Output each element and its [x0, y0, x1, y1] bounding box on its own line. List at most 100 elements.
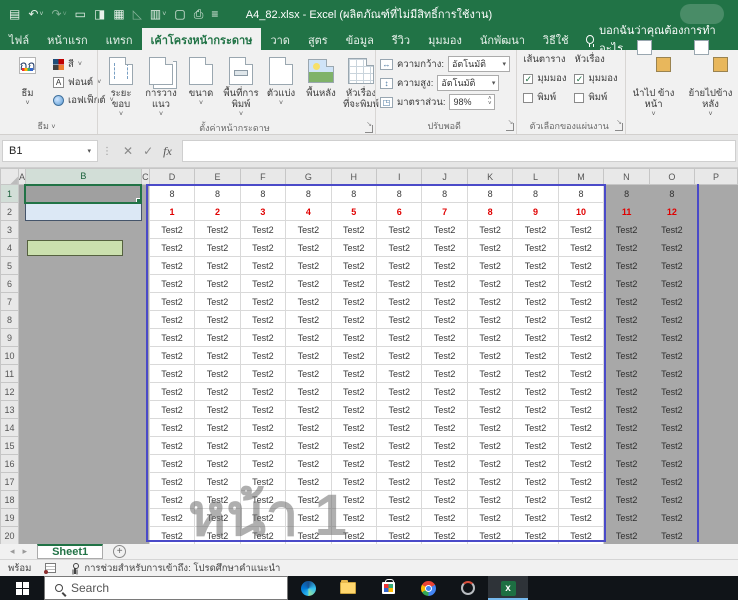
column-header-E[interactable]: E: [195, 169, 240, 185]
cell-I20[interactable]: Test2: [377, 527, 422, 545]
cell-G12[interactable]: Test2: [286, 383, 331, 401]
tab-นักพัฒนา[interactable]: นักพัฒนา: [471, 28, 534, 50]
cell-H14[interactable]: Test2: [331, 419, 376, 437]
column-header-J[interactable]: J: [422, 169, 467, 185]
cell-P15[interactable]: [695, 437, 738, 455]
cell-B14[interactable]: [25, 419, 141, 437]
cell-A1[interactable]: [18, 185, 25, 203]
cell-F10[interactable]: Test2: [240, 347, 285, 365]
cell-K2[interactable]: 8: [467, 203, 512, 221]
cancel-icon[interactable]: ✕: [123, 144, 133, 158]
cell-M17[interactable]: Test2: [558, 473, 603, 491]
cell-B8[interactable]: [25, 311, 141, 329]
enter-icon[interactable]: ✓: [143, 144, 153, 158]
cell-P5[interactable]: [695, 257, 738, 275]
cell-M14[interactable]: Test2: [558, 419, 603, 437]
cell-M11[interactable]: Test2: [558, 365, 603, 383]
cell-J2[interactable]: 7: [422, 203, 467, 221]
formula-bar-splitter[interactable]: ⋮: [102, 146, 113, 157]
cell-D9[interactable]: Test2: [149, 329, 194, 347]
cell-F3[interactable]: Test2: [240, 221, 285, 239]
cell-P2[interactable]: [695, 203, 738, 221]
cell-L3[interactable]: Test2: [513, 221, 558, 239]
cell-L18[interactable]: Test2: [513, 491, 558, 509]
cell-O19[interactable]: Test2: [649, 509, 694, 527]
cell-B15[interactable]: [25, 437, 141, 455]
cell-E1[interactable]: 8: [195, 185, 240, 203]
cell-P18[interactable]: [695, 491, 738, 509]
cell-O12[interactable]: Test2: [649, 383, 694, 401]
cell-L2[interactable]: 9: [513, 203, 558, 221]
cell-A6[interactable]: [18, 275, 25, 293]
cell-H17[interactable]: Test2: [331, 473, 376, 491]
cell-J16[interactable]: Test2: [422, 455, 467, 473]
cell-O16[interactable]: Test2: [649, 455, 694, 473]
cell-D2[interactable]: 1: [149, 203, 194, 221]
cell-L10[interactable]: Test2: [513, 347, 558, 365]
cell-B2[interactable]: [25, 203, 141, 221]
column-header-B[interactable]: B: [25, 169, 141, 185]
cell-I10[interactable]: Test2: [377, 347, 422, 365]
cell-N11[interactable]: Test2: [604, 365, 649, 383]
accessibility-status[interactable]: การช่วยสำหรับการเข้าถึง: โปรดศึกษาคำแนะน…: [70, 561, 280, 576]
column-header-C[interactable]: C: [141, 169, 149, 185]
cell-K5[interactable]: Test2: [467, 257, 512, 275]
cell-A11[interactable]: [18, 365, 25, 383]
cell-H19[interactable]: Test2: [331, 509, 376, 527]
cell-C8[interactable]: [141, 311, 149, 329]
cell-K17[interactable]: Test2: [467, 473, 512, 491]
cell-C2[interactable]: [141, 203, 149, 221]
briefcase-button[interactable]: ▥˅: [147, 6, 169, 22]
cell-P19[interactable]: [695, 509, 738, 527]
cell-P9[interactable]: [695, 329, 738, 347]
cell-F9[interactable]: Test2: [240, 329, 285, 347]
cell-J5[interactable]: Test2: [422, 257, 467, 275]
cell-N4[interactable]: Test2: [604, 239, 649, 257]
themes-button[interactable]: กก ธีม ˅: [4, 54, 51, 110]
cell-C18[interactable]: [141, 491, 149, 509]
cell-P4[interactable]: [695, 239, 738, 257]
cell-J11[interactable]: Test2: [422, 365, 467, 383]
cell-N2[interactable]: 11: [604, 203, 649, 221]
cell-N15[interactable]: Test2: [604, 437, 649, 455]
cell-B20[interactable]: [25, 527, 141, 545]
macro-record-icon[interactable]: [45, 563, 56, 573]
row-header-5[interactable]: 5: [1, 257, 19, 275]
cell-H5[interactable]: Test2: [331, 257, 376, 275]
column-header-M[interactable]: M: [558, 169, 603, 185]
cell-C9[interactable]: [141, 329, 149, 347]
cell-B13[interactable]: [25, 401, 141, 419]
cell-I4[interactable]: Test2: [377, 239, 422, 257]
print-area-button[interactable]: พื้นที่การ พิมพ์˅: [222, 54, 260, 121]
cell-L12[interactable]: Test2: [513, 383, 558, 401]
cell-D19[interactable]: Test2: [149, 509, 194, 527]
gridlines-view-checkbox[interactable]: ✓ มุมมอง: [523, 71, 566, 86]
cell-M16[interactable]: Test2: [558, 455, 603, 473]
cell-A16[interactable]: [18, 455, 25, 473]
tab-วิธีใช้[interactable]: วิธีใช้: [534, 28, 578, 50]
cell-M6[interactable]: Test2: [558, 275, 603, 293]
cell-F18[interactable]: Test2: [240, 491, 285, 509]
cell-O13[interactable]: Test2: [649, 401, 694, 419]
cell-D18[interactable]: Test2: [149, 491, 194, 509]
cell-K18[interactable]: Test2: [467, 491, 512, 509]
cell-J7[interactable]: Test2: [422, 293, 467, 311]
column-header-D[interactable]: D: [149, 169, 194, 185]
cell-L4[interactable]: Test2: [513, 239, 558, 257]
background-button[interactable]: พื้นหลัง: [302, 54, 340, 102]
cell-B4[interactable]: [25, 239, 141, 257]
cell-L7[interactable]: Test2: [513, 293, 558, 311]
cell-P17[interactable]: [695, 473, 738, 491]
row-header-9[interactable]: 9: [1, 329, 19, 347]
tab-เค้าโครงหน้ากระดาษ[interactable]: เค้าโครงหน้ากระดาษ: [142, 28, 262, 50]
cell-M15[interactable]: Test2: [558, 437, 603, 455]
cell-H20[interactable]: Test2: [331, 527, 376, 545]
taskbar-search[interactable]: Search: [44, 576, 288, 600]
cell-E20[interactable]: Test2: [195, 527, 240, 545]
cell-G2[interactable]: 4: [286, 203, 331, 221]
column-header-F[interactable]: F: [240, 169, 285, 185]
cell-O6[interactable]: Test2: [649, 275, 694, 293]
cell-D8[interactable]: Test2: [149, 311, 194, 329]
cell-M5[interactable]: Test2: [558, 257, 603, 275]
cell-K15[interactable]: Test2: [467, 437, 512, 455]
